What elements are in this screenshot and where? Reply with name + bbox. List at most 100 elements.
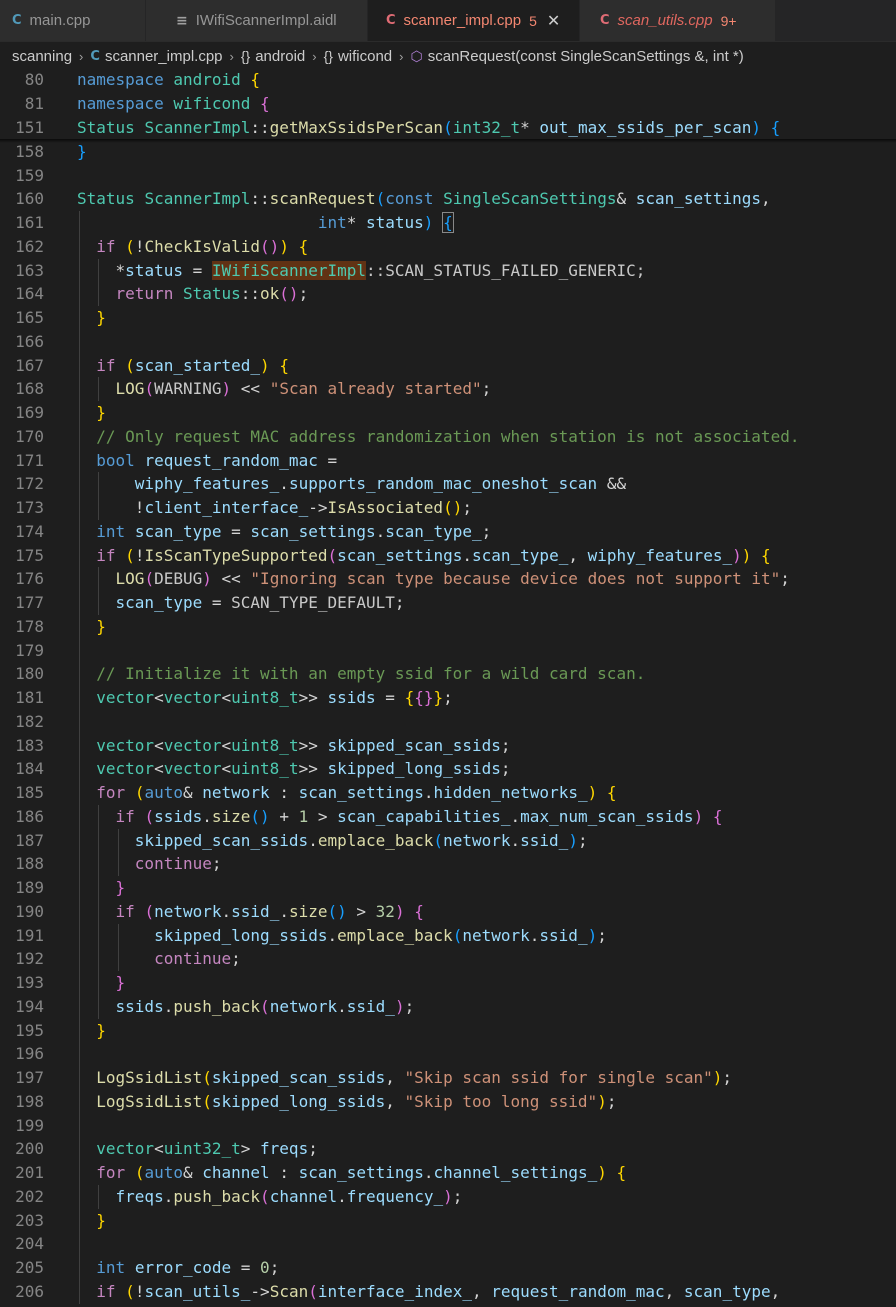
code-editor[interactable]: 158} 159 160 Status ScannerImpl::scanReques… xyxy=(0,68,896,1307)
sticky-code-line[interactable]: 151 Status ScannerImpl::getMaxSsidsPerSca… xyxy=(0,115,896,140)
code-line[interactable]: 198 LogSsidList(skipped_long_ssids, "Ski… xyxy=(0,1090,896,1114)
code-line[interactable]: 182 xyxy=(0,710,896,734)
code-line[interactable]: 161 int* status) { xyxy=(0,211,896,235)
code-line[interactable]: 201 for (auto& channel : scan_settings.c… xyxy=(0,1161,896,1185)
tab-scan-utils-cpp[interactable]: C scan_utils.cpp 9+ xyxy=(580,0,776,41)
code-line[interactable]: 188 continue; xyxy=(0,852,896,876)
code-token: ( xyxy=(144,806,155,826)
breadcrumb-namespace-wificond[interactable]: wificond xyxy=(338,48,392,65)
code-token: vector xyxy=(96,1139,155,1159)
code-line[interactable]: 158} xyxy=(0,140,896,164)
code-text: Status ScannerImpl::getMaxSsidsPerScan(i… xyxy=(77,116,780,140)
tab-main-cpp[interactable]: C main.cpp xyxy=(0,0,146,41)
code-line[interactable]: 178 } xyxy=(0,615,896,639)
code-line[interactable]: 205 int error_code = 0; xyxy=(0,1256,896,1280)
tab-scanner-impl-cpp[interactable]: C scanner_impl.cpp 5 ✕ xyxy=(368,0,580,41)
code-text: freqs.push_back(channel.frequency_); xyxy=(77,1185,463,1209)
code-line[interactable]: 171 bool request_random_mac = xyxy=(0,449,896,473)
code-token: ( xyxy=(308,1281,318,1301)
breadcrumb-method[interactable]: scanRequest(const SingleScanSettings &, … xyxy=(428,48,744,65)
code-line[interactable]: 160 Status ScannerImpl::scanRequest(const… xyxy=(0,187,896,211)
code-line[interactable]: 194 ssids.push_back(network.ssid_); xyxy=(0,995,896,1019)
code-line[interactable]: 181 vector<vector<uint8_t>> ssids = {{}}… xyxy=(0,686,896,710)
code-line[interactable]: 176 LOG(DEBUG) << "Ignoring scan type be… xyxy=(0,567,896,591)
code-line[interactable]: 187 skipped_scan_ssids.emplace_back(netw… xyxy=(0,829,896,853)
code-token: IWifiScannerImpl xyxy=(211,260,366,280)
code-line[interactable]: 189 } xyxy=(0,876,896,900)
code-token: ) xyxy=(260,355,270,375)
code-line[interactable]: 169 } xyxy=(0,401,896,425)
code-line[interactable]: 193 } xyxy=(0,971,896,995)
line-number: 198 xyxy=(15,1091,44,1111)
code-token: emplace_back xyxy=(337,925,453,945)
code-line[interactable]: 174 int scan_type = scan_settings.scan_t… xyxy=(0,520,896,544)
code-token: :: xyxy=(250,189,270,209)
code-line[interactable]: 179 xyxy=(0,639,896,663)
breadcrumb-folder[interactable]: scanning xyxy=(12,48,72,65)
code-line[interactable]: 197 LogSsidList(skipped_scan_ssids, "Ski… xyxy=(0,1066,896,1090)
close-tab-icon[interactable]: ✕ xyxy=(547,11,560,31)
code-line[interactable]: 177 scan_type = SCAN_TYPE_DEFAULT; xyxy=(0,591,896,615)
breadcrumb-namespace-android[interactable]: android xyxy=(255,48,305,65)
code-token: namespace xyxy=(77,93,164,113)
code-line[interactable]: 200 vector<uint32_t> freqs; xyxy=(0,1137,896,1161)
sticky-code-line[interactable]: 81 namespace wificond { xyxy=(0,91,896,116)
code-line[interactable]: 164 return Status::ok(); xyxy=(0,282,896,306)
code-line[interactable]: 196 xyxy=(0,1042,896,1066)
line-number: 192 xyxy=(15,949,44,969)
code-line[interactable]: 206 if (!scan_utils_->Scan(interface_ind… xyxy=(0,1280,896,1304)
code-token: { xyxy=(442,212,454,233)
code-line[interactable]: 167 if (scan_started_) { xyxy=(0,354,896,378)
code-line[interactable]: 199 xyxy=(0,1114,896,1138)
sticky-code-line[interactable]: 80 namespace android { xyxy=(0,68,896,92)
code-token: ; xyxy=(269,1258,280,1277)
code-text: // Only request MAC address randomizatio… xyxy=(77,425,799,449)
code-token: < xyxy=(221,688,232,707)
tab-iwifiscannerimpl-aidl[interactable]: ≡ IWifiScannerImpl.aidl xyxy=(146,0,368,41)
code-line[interactable]: 170 // Only request MAC address randomiz… xyxy=(0,425,896,449)
code-line[interactable]: 168 LOG(WARNING) << "Scan already starte… xyxy=(0,377,896,401)
code-line[interactable]: 184 vector<vector<uint8_t>> skipped_long… xyxy=(0,757,896,781)
code-line[interactable]: 180 // Initialize it with an empty ssid … xyxy=(0,662,896,686)
code-line[interactable]: 159 xyxy=(0,164,896,188)
breadcrumb-file[interactable]: scanner_impl.cpp xyxy=(105,48,223,65)
code-token: > xyxy=(346,901,376,921)
code-token: size xyxy=(288,901,328,921)
code-token: android xyxy=(173,70,241,89)
code-line[interactable]: 204 xyxy=(0,1232,896,1256)
code-text: namespace wificond { xyxy=(77,92,270,116)
code-line[interactable]: 163 *status = IWifiScannerImpl::SCAN_STA… xyxy=(0,259,896,283)
code-line[interactable]: 202 freqs.push_back(channel.frequency_); xyxy=(0,1185,896,1209)
code-line[interactable]: 166 xyxy=(0,330,896,354)
code-text: } xyxy=(77,1209,106,1233)
code-line[interactable]: 183 vector<vector<uint8_t>> skipped_scan… xyxy=(0,734,896,758)
code-line[interactable]: 190 if (network.ssid_.size() > 32) { xyxy=(0,900,896,924)
code-line[interactable]: 172 wiphy_features_.supports_random_mac_… xyxy=(0,472,896,496)
code-token: // Initialize it with an empty ssid for … xyxy=(96,664,646,684)
code-line[interactable]: 185 for (auto& network : scan_settings.h… xyxy=(0,781,896,805)
code-token: } xyxy=(77,141,87,161)
code-line[interactable]: 192 continue; xyxy=(0,947,896,971)
code-line[interactable]: 195 } xyxy=(0,1019,896,1043)
code-token: () xyxy=(327,901,347,921)
code-line[interactable]: 173 !client_interface_->IsAssociated(); xyxy=(0,496,896,520)
code-line[interactable]: 186 if (ssids.size() + 1 > scan_capabili… xyxy=(0,805,896,829)
code-token: } xyxy=(96,308,106,327)
code-token: if xyxy=(115,901,135,921)
code-line[interactable]: 175 if (!IsScanTypeSupported(scan_settin… xyxy=(0,544,896,568)
code-line[interactable]: 203 } xyxy=(0,1209,896,1233)
code-line[interactable]: 191 skipped_long_ssids.emplace_back(netw… xyxy=(0,924,896,948)
code-token: , xyxy=(385,1068,405,1087)
code-token: ) xyxy=(597,1091,607,1111)
line-number: 175 xyxy=(15,545,44,565)
code-line[interactable]: 165 } xyxy=(0,306,896,330)
code-line[interactable]: 162 if (!CheckIsValid()) { xyxy=(0,235,896,259)
